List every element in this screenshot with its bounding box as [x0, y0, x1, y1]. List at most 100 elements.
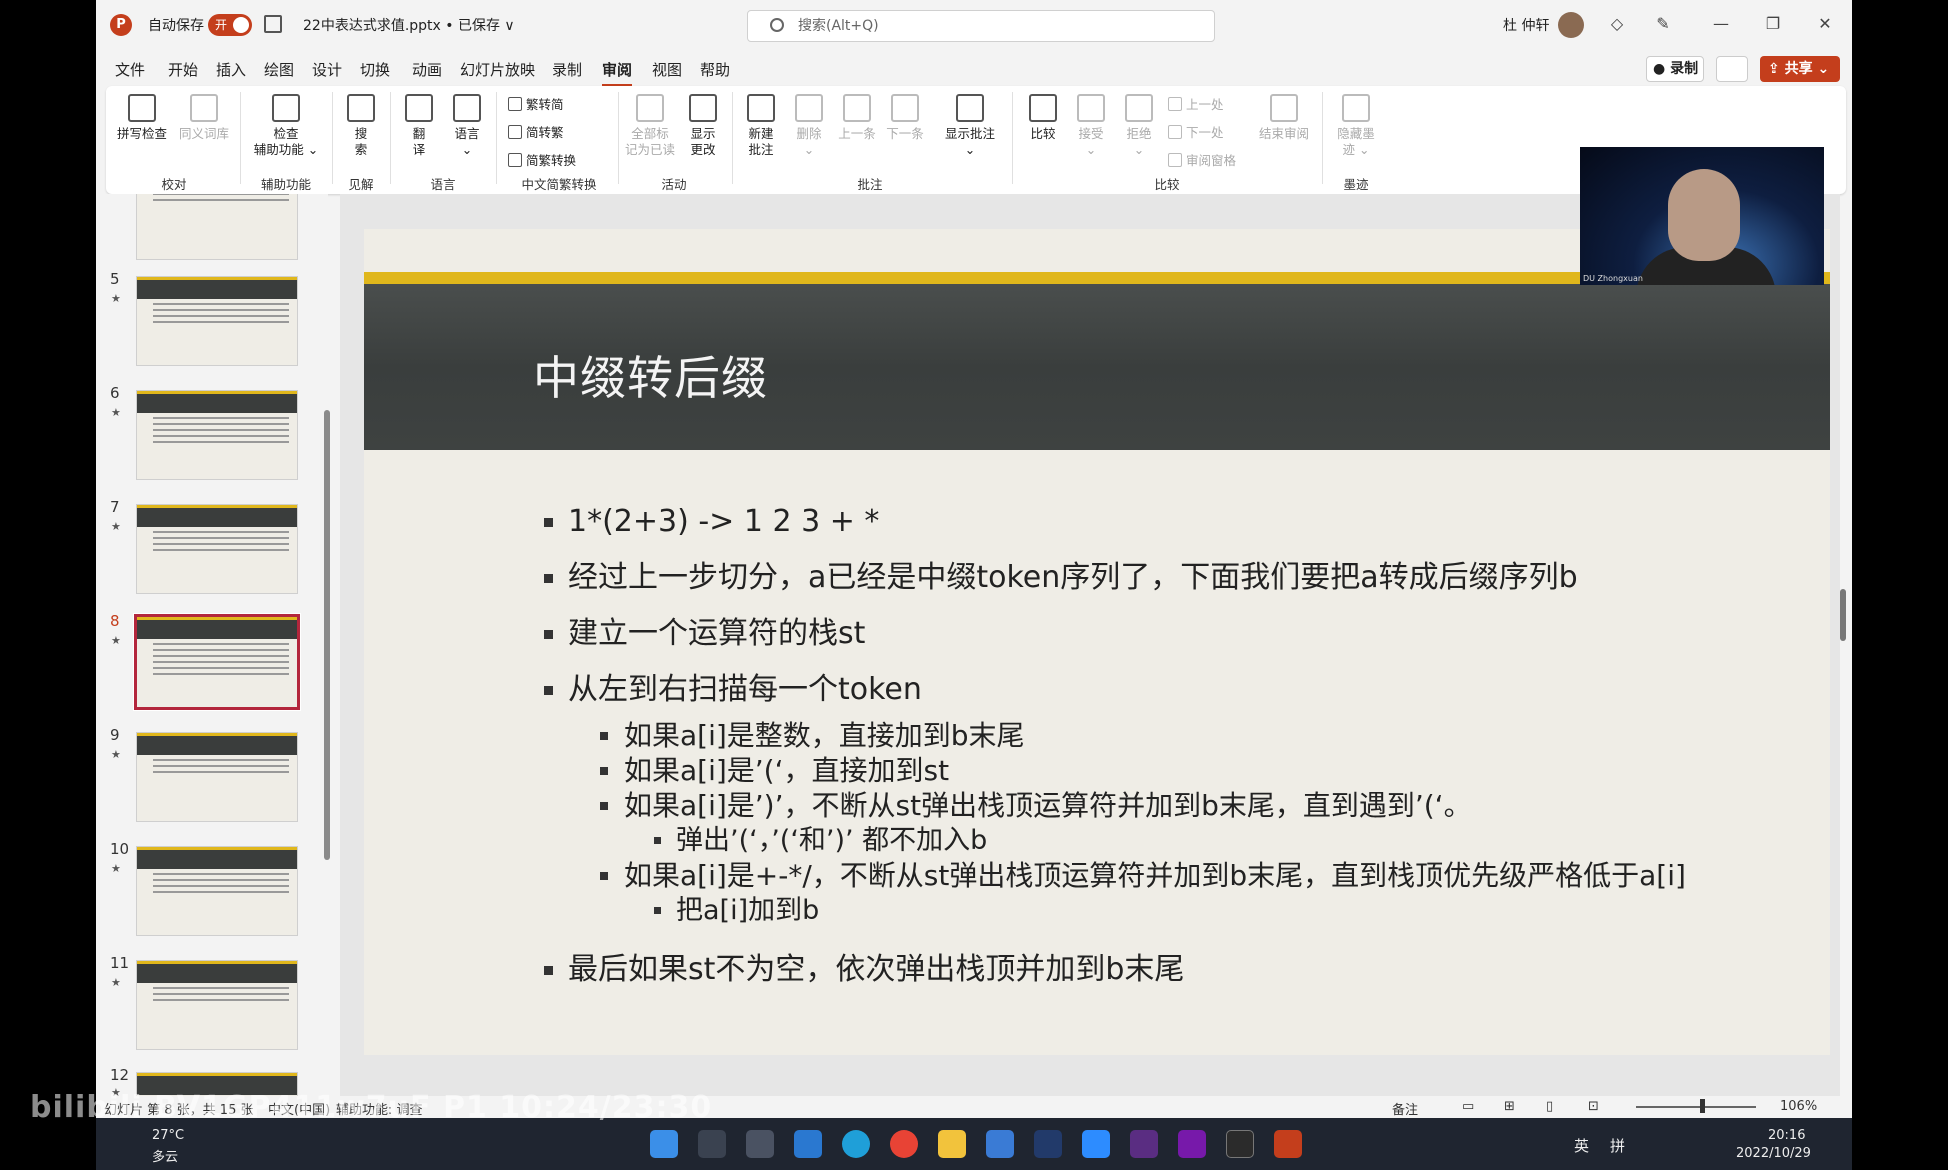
- show-changes-button[interactable]: 显示 更改: [680, 94, 726, 158]
- tab-record[interactable]: 录制: [552, 59, 582, 80]
- app-icon[interactable]: [1034, 1130, 1062, 1158]
- scrollbar-thumb[interactable]: [324, 410, 330, 860]
- start-icon[interactable]: [650, 1130, 678, 1158]
- diamond-icon[interactable]: ◇: [1606, 13, 1628, 35]
- notes-button[interactable]: 备注: [1392, 1099, 1418, 1118]
- zoom-icon[interactable]: [1082, 1130, 1110, 1158]
- terminal-icon[interactable]: [1226, 1130, 1254, 1158]
- slide-thumbnail[interactable]: [136, 194, 298, 260]
- slide-number: 7: [110, 498, 120, 516]
- slide-thumbnail[interactable]: [136, 732, 298, 822]
- dev-icon[interactable]: [1130, 1130, 1158, 1158]
- avatar[interactable]: [1558, 12, 1584, 38]
- translate-button[interactable]: 翻译: [396, 94, 442, 158]
- restore-icon[interactable]: ❐: [1762, 13, 1784, 35]
- review-pane-label: 审阅窗格: [1186, 153, 1237, 168]
- next-change-button[interactable]: 下一处: [1168, 122, 1224, 141]
- ime-mode[interactable]: 拼: [1610, 1135, 1625, 1156]
- tab-file[interactable]: 文件: [115, 59, 145, 80]
- thumbnail-scrollbar[interactable]: [323, 200, 331, 1090]
- slide-thumbnail[interactable]: [136, 390, 298, 480]
- store-icon[interactable]: [986, 1130, 1014, 1158]
- save-icon[interactable]: [264, 15, 282, 33]
- group-accessibility: 辅助功能: [260, 177, 311, 192]
- slide-body[interactable]: 1*(2+3) -> 1 2 3 + * 经过上一步切分，a已经是中缀token…: [544, 494, 1784, 998]
- tab-design[interactable]: 设计: [312, 59, 342, 80]
- previous-change-button[interactable]: 上一处: [1168, 94, 1224, 113]
- accept-button[interactable]: 接受 ⌄: [1068, 94, 1114, 158]
- current-slide[interactable]: 中缀转后缀 1*(2+3) -> 1 2 3 + * 经过上一步切分，a已经是中…: [364, 229, 1830, 1055]
- share-button[interactable]: ⇪ 共享 ⌄: [1760, 56, 1840, 82]
- clock-date[interactable]: 2022/10/29: [1736, 1146, 1811, 1161]
- show-comments-button[interactable]: 显示批注 ⌄: [938, 94, 1002, 158]
- zoom-slider[interactable]: [1636, 1106, 1756, 1108]
- left-letterbox: [0, 0, 96, 1170]
- reject-button[interactable]: 拒绝 ⌄: [1116, 94, 1162, 158]
- mail-icon[interactable]: [794, 1130, 822, 1158]
- tab-review[interactable]: 审阅: [602, 59, 633, 87]
- close-icon[interactable]: ✕: [1814, 13, 1836, 35]
- zoom-level[interactable]: 106%: [1780, 1099, 1817, 1114]
- spell-check-button[interactable]: 拼写检查: [112, 94, 172, 142]
- tab-home[interactable]: 开始: [168, 59, 198, 80]
- trad-to-simp-button[interactable]: 繁转简: [508, 94, 564, 113]
- tab-help[interactable]: 帮助: [700, 59, 730, 80]
- accessibility-icon: [272, 94, 300, 122]
- tab-view[interactable]: 视图: [652, 59, 682, 80]
- folder-icon[interactable]: [938, 1130, 966, 1158]
- minimize-icon[interactable]: —: [1710, 13, 1732, 35]
- mark-all-read-button[interactable]: 全部标 记为已读: [622, 94, 678, 158]
- autosave-toggle[interactable]: 开: [208, 14, 252, 36]
- slide-thumbnail-selected[interactable]: [133, 613, 301, 711]
- language-button[interactable]: 语言 ⌄: [444, 94, 490, 158]
- review-pane-button[interactable]: 审阅窗格: [1168, 150, 1236, 169]
- pen-icon[interactable]: ✎: [1652, 13, 1674, 35]
- task-view-icon[interactable]: [746, 1130, 774, 1158]
- slide-thumbnail[interactable]: [136, 276, 298, 366]
- compare-button[interactable]: 比较: [1020, 94, 1066, 142]
- mark-read-icon: [636, 94, 664, 122]
- simp-to-trad-button[interactable]: 简转繁: [508, 122, 564, 141]
- user-name[interactable]: 杜 仲轩: [1503, 15, 1549, 35]
- zoom-slider-thumb[interactable]: [1700, 1099, 1705, 1113]
- document-title[interactable]: 22中表达式求值.pptx • 已保存 ∨: [303, 15, 515, 35]
- previous-change-label: 上一处: [1186, 97, 1224, 112]
- chrome-icon[interactable]: [890, 1130, 918, 1158]
- end-review-button[interactable]: 结束审阅: [1254, 94, 1314, 142]
- thesaurus-button[interactable]: 同义词库: [174, 94, 234, 142]
- clock-time[interactable]: 20:16: [1768, 1128, 1805, 1143]
- scrollbar-thumb[interactable]: [1840, 589, 1846, 641]
- search-input[interactable]: 搜索(Alt+Q): [747, 10, 1215, 42]
- slide-thumbnail[interactable]: [136, 504, 298, 594]
- new-comment-button[interactable]: 新建 批注: [738, 94, 784, 158]
- onenote-icon[interactable]: [1178, 1130, 1206, 1158]
- reading-view-icon[interactable]: ▯: [1546, 1099, 1553, 1114]
- tab-animations[interactable]: 动画: [412, 59, 442, 80]
- search-icon[interactable]: [698, 1130, 726, 1158]
- slide-thumbnail[interactable]: [136, 960, 298, 1050]
- delete-comment-button[interactable]: 删除 ⌄: [786, 94, 832, 158]
- slide-sorter-icon[interactable]: ⊞: [1504, 1099, 1515, 1114]
- search-button[interactable]: 搜索: [338, 94, 384, 158]
- tab-transitions[interactable]: 切换: [360, 59, 390, 80]
- comments-button[interactable]: [1716, 56, 1748, 82]
- previous-comment-button[interactable]: 上一条: [834, 94, 880, 142]
- slideshow-icon[interactable]: ⊡: [1588, 1099, 1599, 1114]
- windows-taskbar: 27°C 多云 英 拼 20:16 2022/10/29: [96, 1118, 1852, 1170]
- next-comment-button[interactable]: 下一条: [882, 94, 928, 142]
- tab-slideshow[interactable]: 幻灯片放映: [460, 59, 535, 80]
- normal-view-icon[interactable]: ▭: [1462, 1099, 1474, 1114]
- tab-draw[interactable]: 绘图: [264, 59, 294, 80]
- hide-ink-button[interactable]: 隐藏墨迹 ⌄: [1328, 94, 1384, 158]
- check-accessibility-button[interactable]: 检查 辅助功能 ⌄: [246, 94, 326, 158]
- record-button[interactable]: ● 录制: [1646, 56, 1704, 82]
- conversion-button[interactable]: 简繁转换: [508, 150, 576, 169]
- slide-scrollbar[interactable]: [1836, 196, 1850, 1076]
- tab-insert[interactable]: 插入: [216, 59, 246, 80]
- edge-icon[interactable]: [842, 1130, 870, 1158]
- powerpoint-taskbar-icon[interactable]: [1274, 1130, 1302, 1158]
- group-activity: 活动: [661, 177, 687, 192]
- slide-thumbnail[interactable]: [136, 846, 298, 936]
- slide-title[interactable]: 中缀转后缀: [533, 342, 768, 408]
- ime-language[interactable]: 英: [1574, 1135, 1589, 1156]
